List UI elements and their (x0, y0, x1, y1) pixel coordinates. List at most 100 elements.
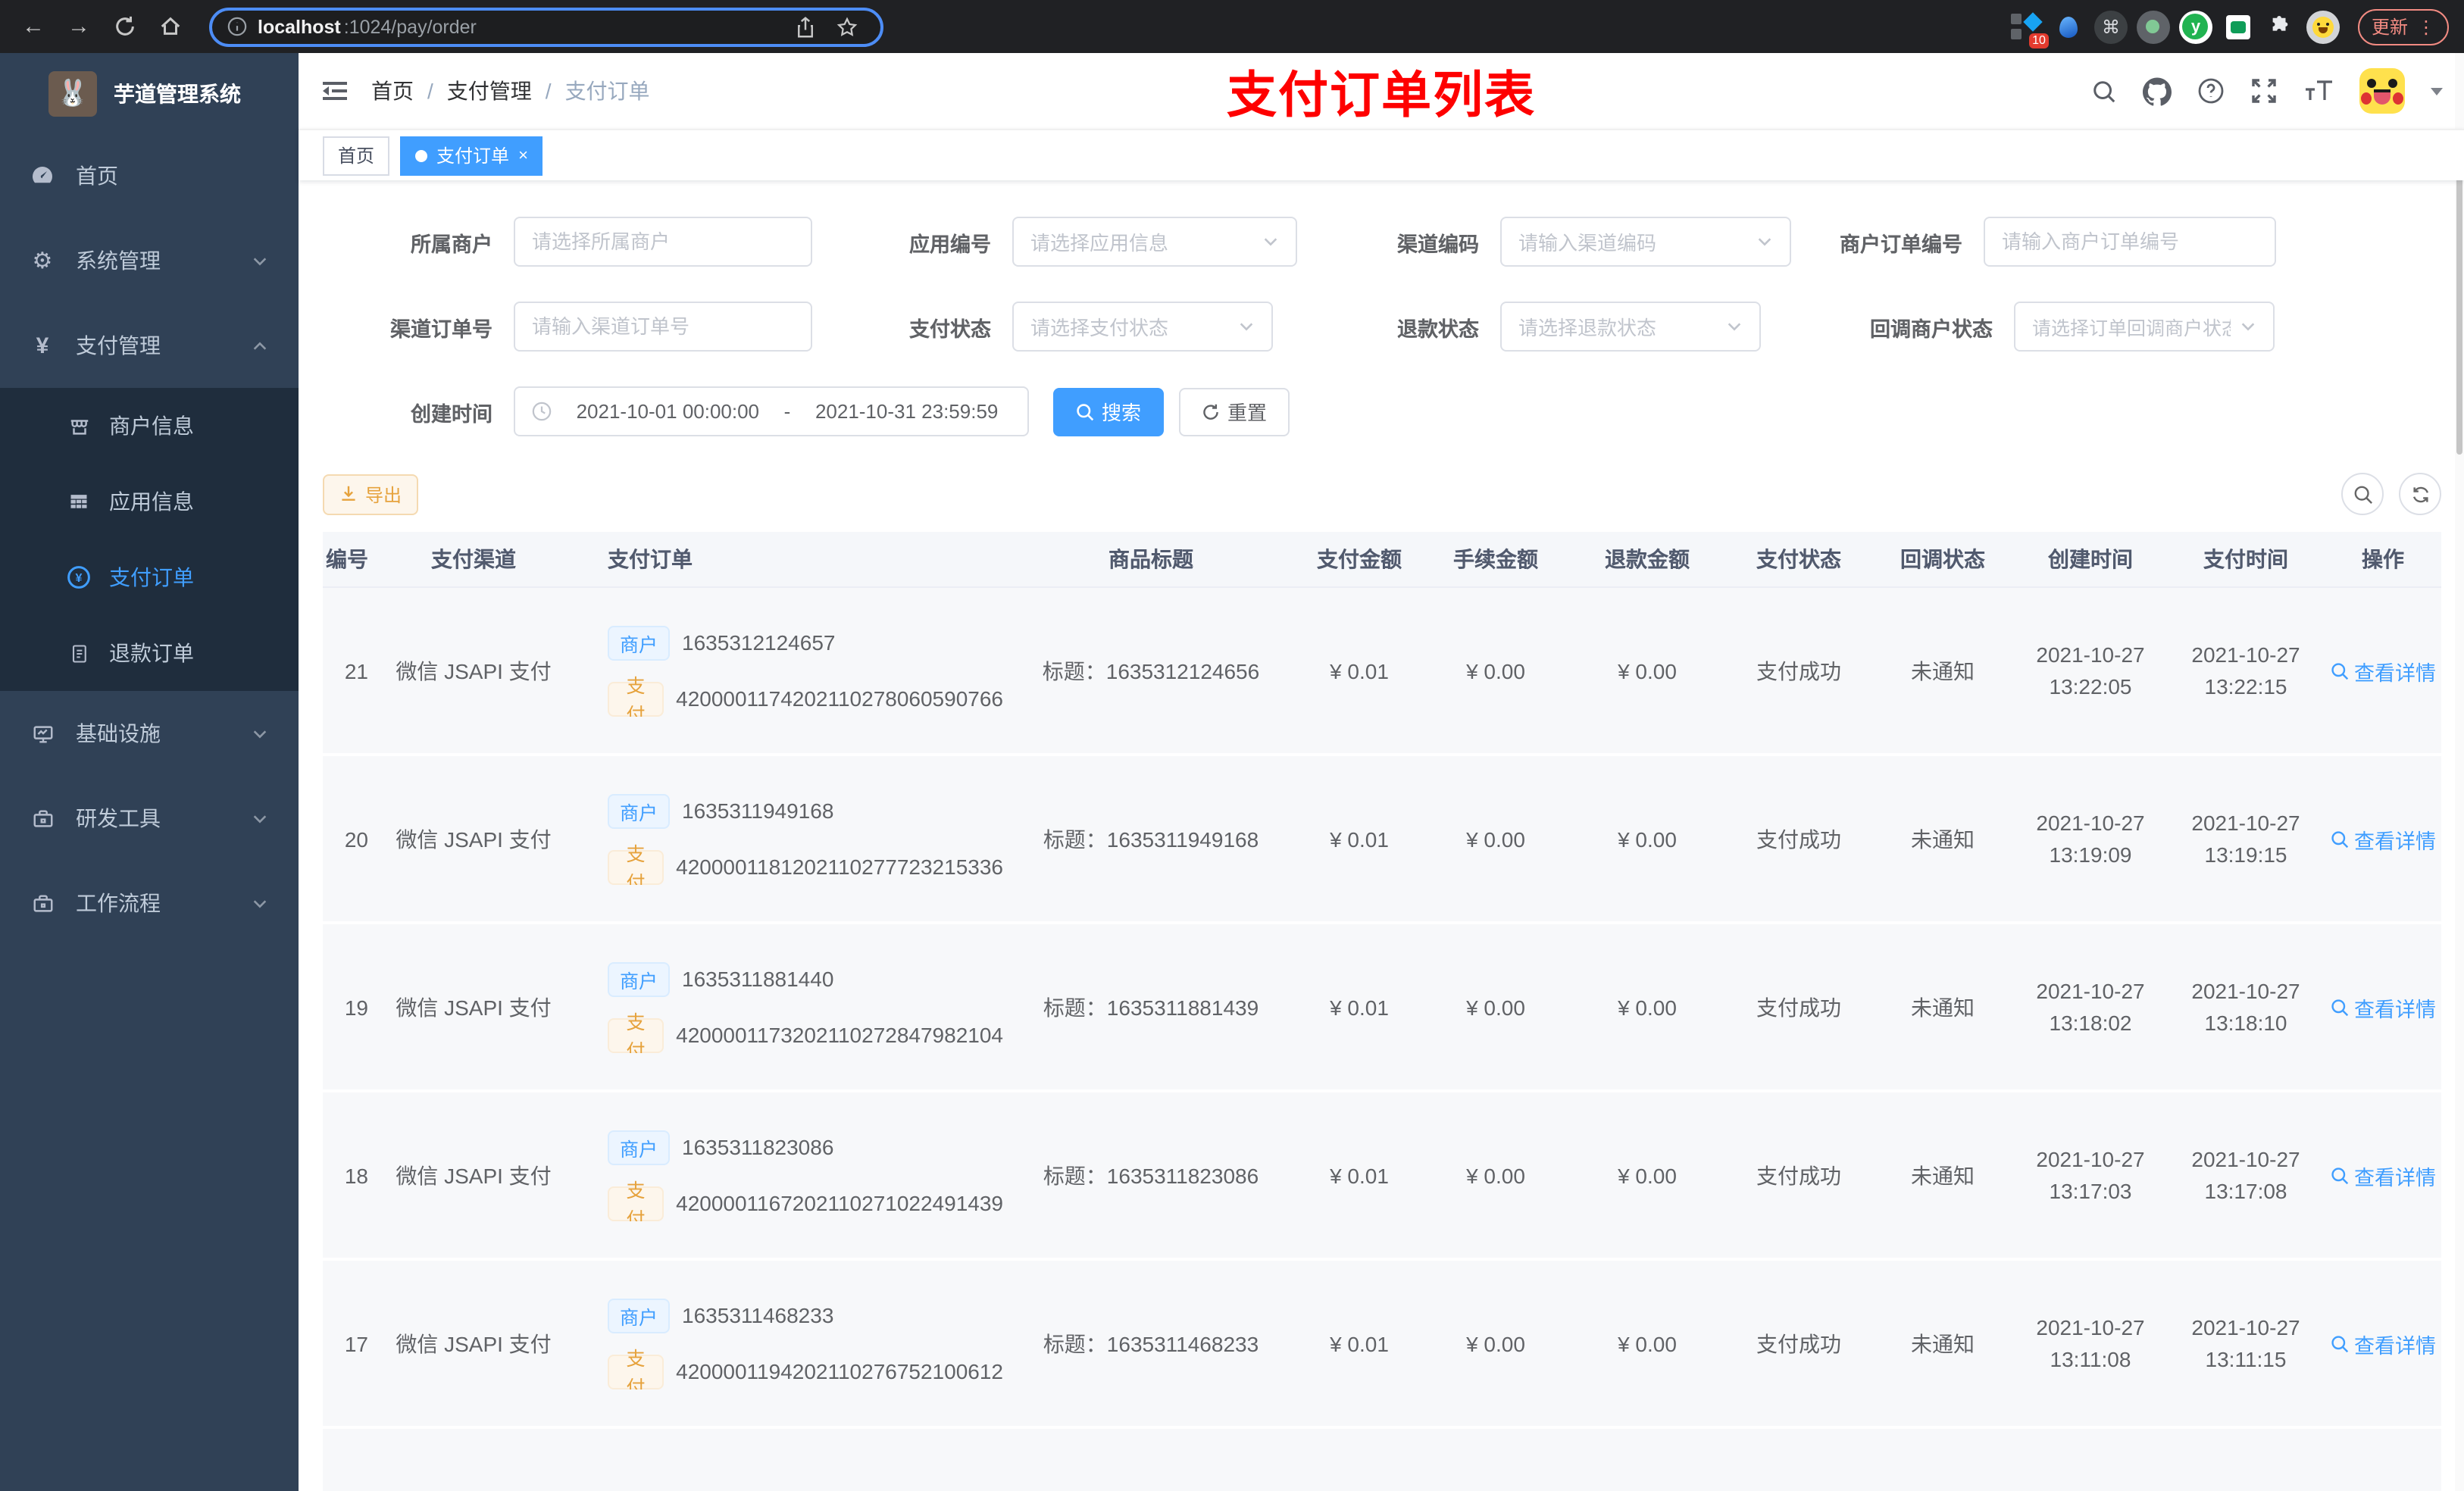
sidebar-item-merchant-info[interactable]: 商户信息 (0, 388, 299, 464)
browser-menu-icon[interactable]: ⋮ (2417, 16, 2435, 37)
sidebar-item-pay-order[interactable]: ¥ 支付订单 (0, 539, 299, 615)
reset-label: 重置 (1227, 402, 1268, 424)
breadcrumb-payment[interactable]: 支付管理 (447, 76, 532, 106)
paid-time: 13:17:08 (2204, 1178, 2287, 1202)
tag-tab-home[interactable]: 首页 (323, 136, 390, 175)
pay-channel: 微信 JSAPI 支付 (396, 995, 552, 1019)
sidebar-item-infra[interactable]: 基础设施 (0, 691, 299, 776)
export-button[interactable]: 导出 (323, 474, 419, 514)
chrome-update-button[interactable]: 更新 ⋮ (2357, 8, 2449, 45)
view-detail-link[interactable]: 查看详情 (2330, 1328, 2436, 1358)
search-icon[interactable] (2091, 78, 2117, 104)
sidebar-item-workflow[interactable]: 工作流程 (0, 861, 299, 946)
browser-back-icon[interactable]: ← (15, 8, 52, 45)
filter-row-1: 所属商户 应用编号 请选择应用信息 渠道编码 请输入渠道编码 商户订单编号 (323, 217, 2441, 267)
extension-y-icon[interactable]: y (2178, 10, 2212, 43)
refund-amount: ¥ 0.00 (1618, 1163, 1677, 1187)
sidebar-item-app-info[interactable]: 应用信息 (0, 464, 299, 539)
merchant-filter-input[interactable] (514, 217, 812, 267)
sidebar-item-payment[interactable]: ¥ 支付管理 (0, 303, 299, 388)
date-separator: - (783, 400, 791, 423)
view-detail-link[interactable]: 查看详情 (2330, 1160, 2436, 1190)
filter-label: 所属商户 (411, 233, 492, 255)
clock-icon (532, 402, 552, 421)
chevron-down-icon (252, 895, 268, 911)
extensions-puzzle-icon[interactable] (2264, 10, 2297, 43)
user-avatar[interactable] (2359, 68, 2405, 114)
sidebar-item-home[interactable]: 首页 (0, 133, 299, 218)
pay-channel: 微信 JSAPI 支付 (396, 658, 552, 683)
browser-reload-icon[interactable] (106, 8, 142, 45)
sidebar-item-refund-order[interactable]: 退款订单 (0, 615, 299, 691)
pay-order-no: 4200001174202110278060590766 (676, 686, 1003, 711)
sidebar-item-dev-tools[interactable]: 研发工具 (0, 776, 299, 861)
bookmark-star-icon[interactable] (829, 8, 865, 45)
close-icon[interactable]: × (518, 146, 528, 164)
pay-amount: ¥ 0.01 (1330, 658, 1389, 683)
extension-badge: 10 (2029, 33, 2049, 48)
paid-date: 2021-10-27 (2191, 1314, 2300, 1339)
filter-label: 渠道订单号 (390, 317, 492, 340)
font-size-icon[interactable] (2303, 77, 2334, 105)
address-bar[interactable]: localhost:1024/pay/order (209, 7, 883, 46)
extension-sketch-icon[interactable]: 10 (2009, 10, 2049, 48)
sidebar-item-label: 系统管理 (76, 248, 161, 273)
extension-balloon-icon[interactable] (2052, 10, 2085, 43)
search-button[interactable]: 搜索 (1053, 387, 1164, 436)
extension-command-icon[interactable]: ⌘ (2093, 10, 2128, 43)
svg-text:¥: ¥ (76, 572, 83, 585)
browser-forward-icon[interactable]: → (61, 8, 97, 45)
reset-button[interactable]: 重置 (1179, 387, 1290, 436)
notify-status-select[interactable]: 请选择订单回调商户状态 (2014, 302, 2275, 352)
circled-yen-icon: ¥ (67, 565, 91, 589)
breadcrumb-separator: / (545, 79, 552, 103)
magnifier-icon (2331, 830, 2348, 848)
page-scrollbar[interactable] (2455, 53, 2464, 1491)
create-time-range-picker[interactable]: 2021-10-01 00:00:00 - 2021-10-31 23:59:5… (514, 386, 1029, 436)
refund-status-select[interactable]: 请选择退款状态 (1500, 302, 1761, 352)
document-icon (67, 642, 91, 664)
created-date: 2021-10-27 (2036, 642, 2145, 666)
col-header: 操作 (2362, 547, 2404, 571)
app-id-select[interactable]: 请选择应用信息 (1012, 217, 1297, 267)
hamburger-icon[interactable] (320, 76, 350, 106)
merchant-order-no-input[interactable] (1984, 217, 2276, 267)
merchant-order-no: 1635311881440 (682, 967, 834, 991)
channel-code-select[interactable]: 请输入渠道编码 (1500, 217, 1791, 267)
pay-amount: ¥ 0.01 (1330, 995, 1389, 1019)
dashboard-icon (30, 164, 55, 188)
profile-avatar-icon[interactable] (2306, 10, 2340, 43)
pay-channel: 微信 JSAPI 支付 (396, 1331, 552, 1355)
share-icon[interactable] (786, 8, 823, 45)
breadcrumb-home[interactable]: 首页 (371, 76, 414, 106)
view-detail-link[interactable]: 查看详情 (2330, 655, 2436, 686)
tag-tab-pay-order[interactable]: 支付订单 × (400, 136, 543, 175)
channel-order-no-input[interactable] (514, 302, 812, 352)
avatar-caret-icon[interactable] (2431, 87, 2443, 95)
pay-status-select[interactable]: 请选择支付状态 (1012, 302, 1273, 352)
chevron-down-icon (252, 810, 268, 827)
col-header: 支付时间 (2203, 546, 2288, 570)
help-icon[interactable] (2197, 77, 2225, 105)
extension-dot-icon[interactable] (2136, 10, 2170, 43)
view-detail-link[interactable]: 查看详情 (2330, 992, 2436, 1022)
view-detail-label: 查看详情 (2354, 1166, 2436, 1189)
notify-status: 未通知 (1911, 827, 1975, 851)
refresh-table-button[interactable] (2399, 473, 2441, 515)
chevron-up-icon (252, 337, 268, 354)
download-icon (342, 486, 355, 501)
filter-label: 退款状态 (1397, 317, 1479, 340)
view-detail-link[interactable]: 查看详情 (2330, 824, 2436, 854)
scrollbar-thumb[interactable] (2456, 136, 2462, 455)
fullscreen-icon[interactable] (2250, 77, 2278, 105)
github-icon[interactable] (2143, 77, 2172, 105)
sidebar-item-system[interactable]: ⚙ 系统管理 (0, 218, 299, 303)
browser-home-icon[interactable] (152, 8, 188, 45)
tag-label: 首页 (338, 145, 375, 167)
app-logo[interactable]: 🐰 芋道管理系统 (0, 53, 299, 133)
extension-chat-icon[interactable] (2222, 10, 2255, 43)
merchant-order-no: 1635311823086 (682, 1135, 834, 1159)
show-search-toggle-button[interactable] (2341, 473, 2384, 515)
product-title: 标题：1635311468233 (1043, 1331, 1259, 1355)
select-placeholder: 请选择退款状态 (1518, 317, 1657, 339)
